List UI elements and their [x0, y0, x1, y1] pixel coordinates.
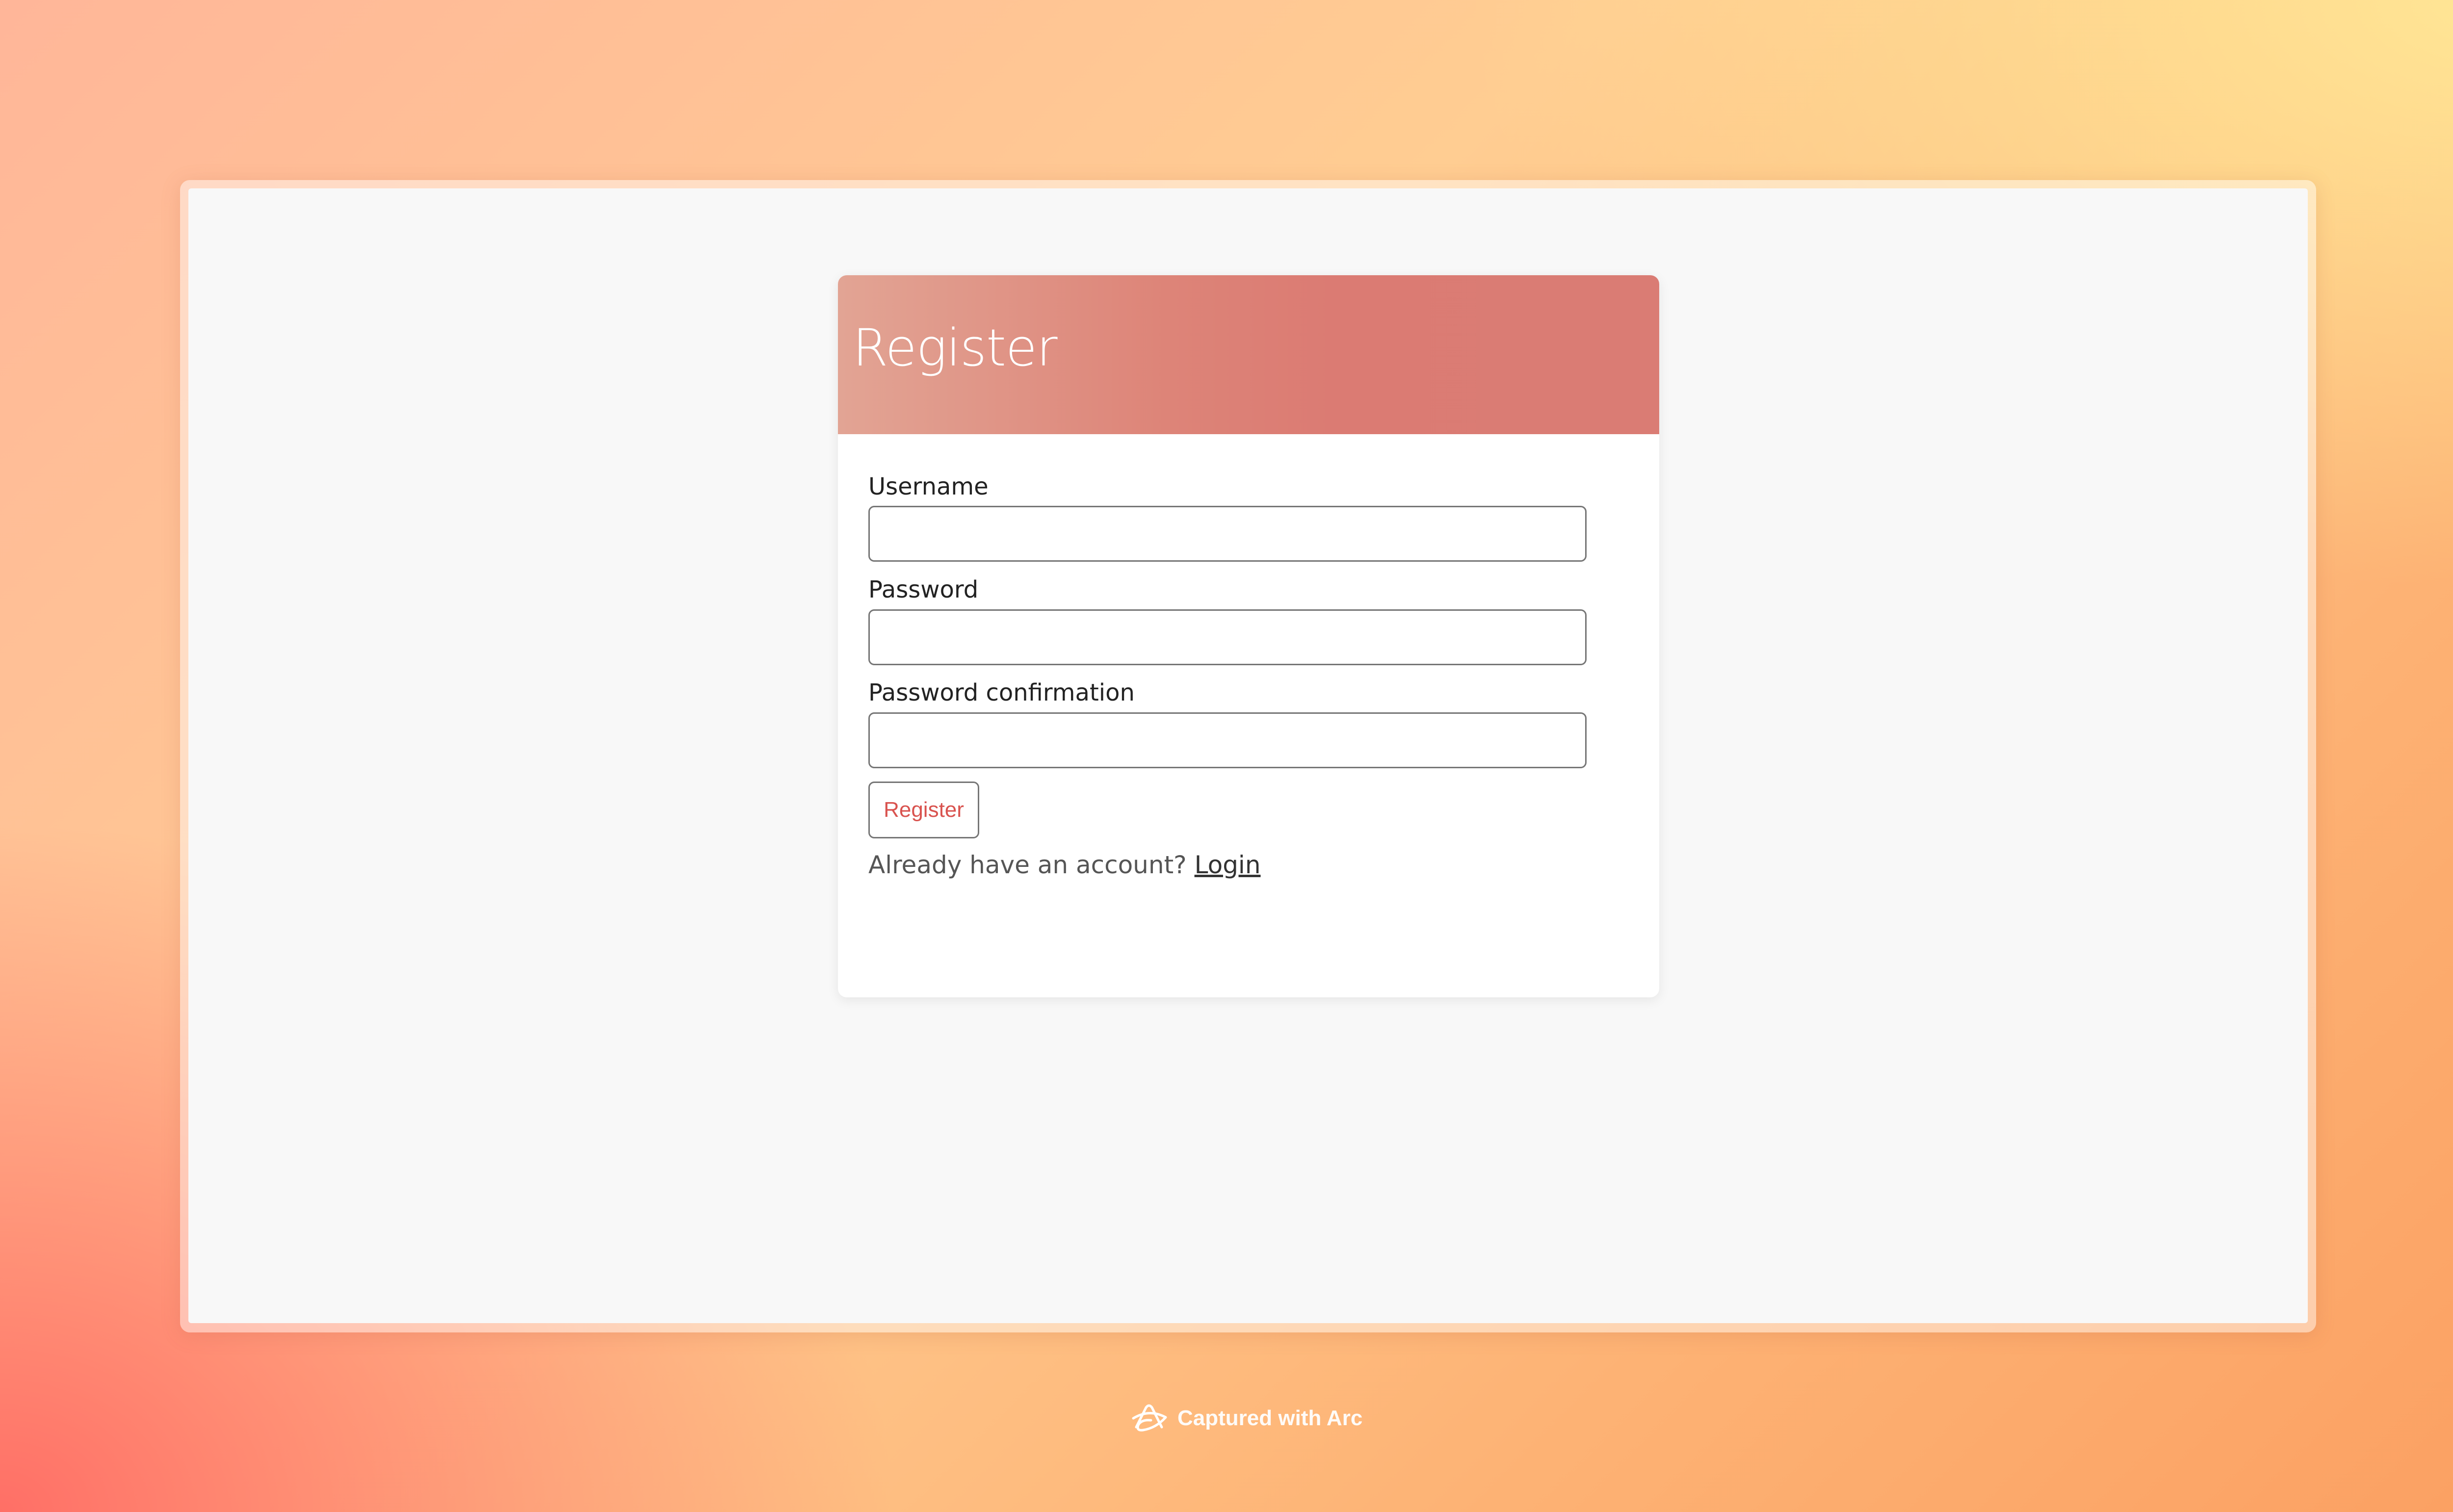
login-link[interactable]: Login [1195, 851, 1261, 879]
register-card: Register Username Password Password conf… [838, 275, 1659, 997]
password-confirmation-label: Password confirmation [868, 679, 1135, 706]
page-title: Register [853, 318, 1058, 378]
browser-viewport: Register Username Password Password conf… [188, 188, 2308, 1323]
username-input[interactable] [868, 506, 1587, 562]
card-header: Register [838, 275, 1659, 434]
register-button[interactable]: Register [868, 782, 979, 838]
password-input[interactable] [868, 609, 1587, 665]
password-confirmation-input[interactable] [868, 712, 1587, 768]
arc-logo-icon [1132, 1404, 1167, 1432]
capture-badge-text: Captured with Arc [1177, 1406, 1363, 1430]
capture-badge: Captured with Arc [1131, 1401, 1362, 1435]
username-label: Username [868, 473, 989, 500]
login-prompt: Already have an account? Login [868, 849, 1261, 881]
account-prompt-text: Already have an account? [868, 851, 1187, 879]
password-label: Password [868, 576, 979, 603]
